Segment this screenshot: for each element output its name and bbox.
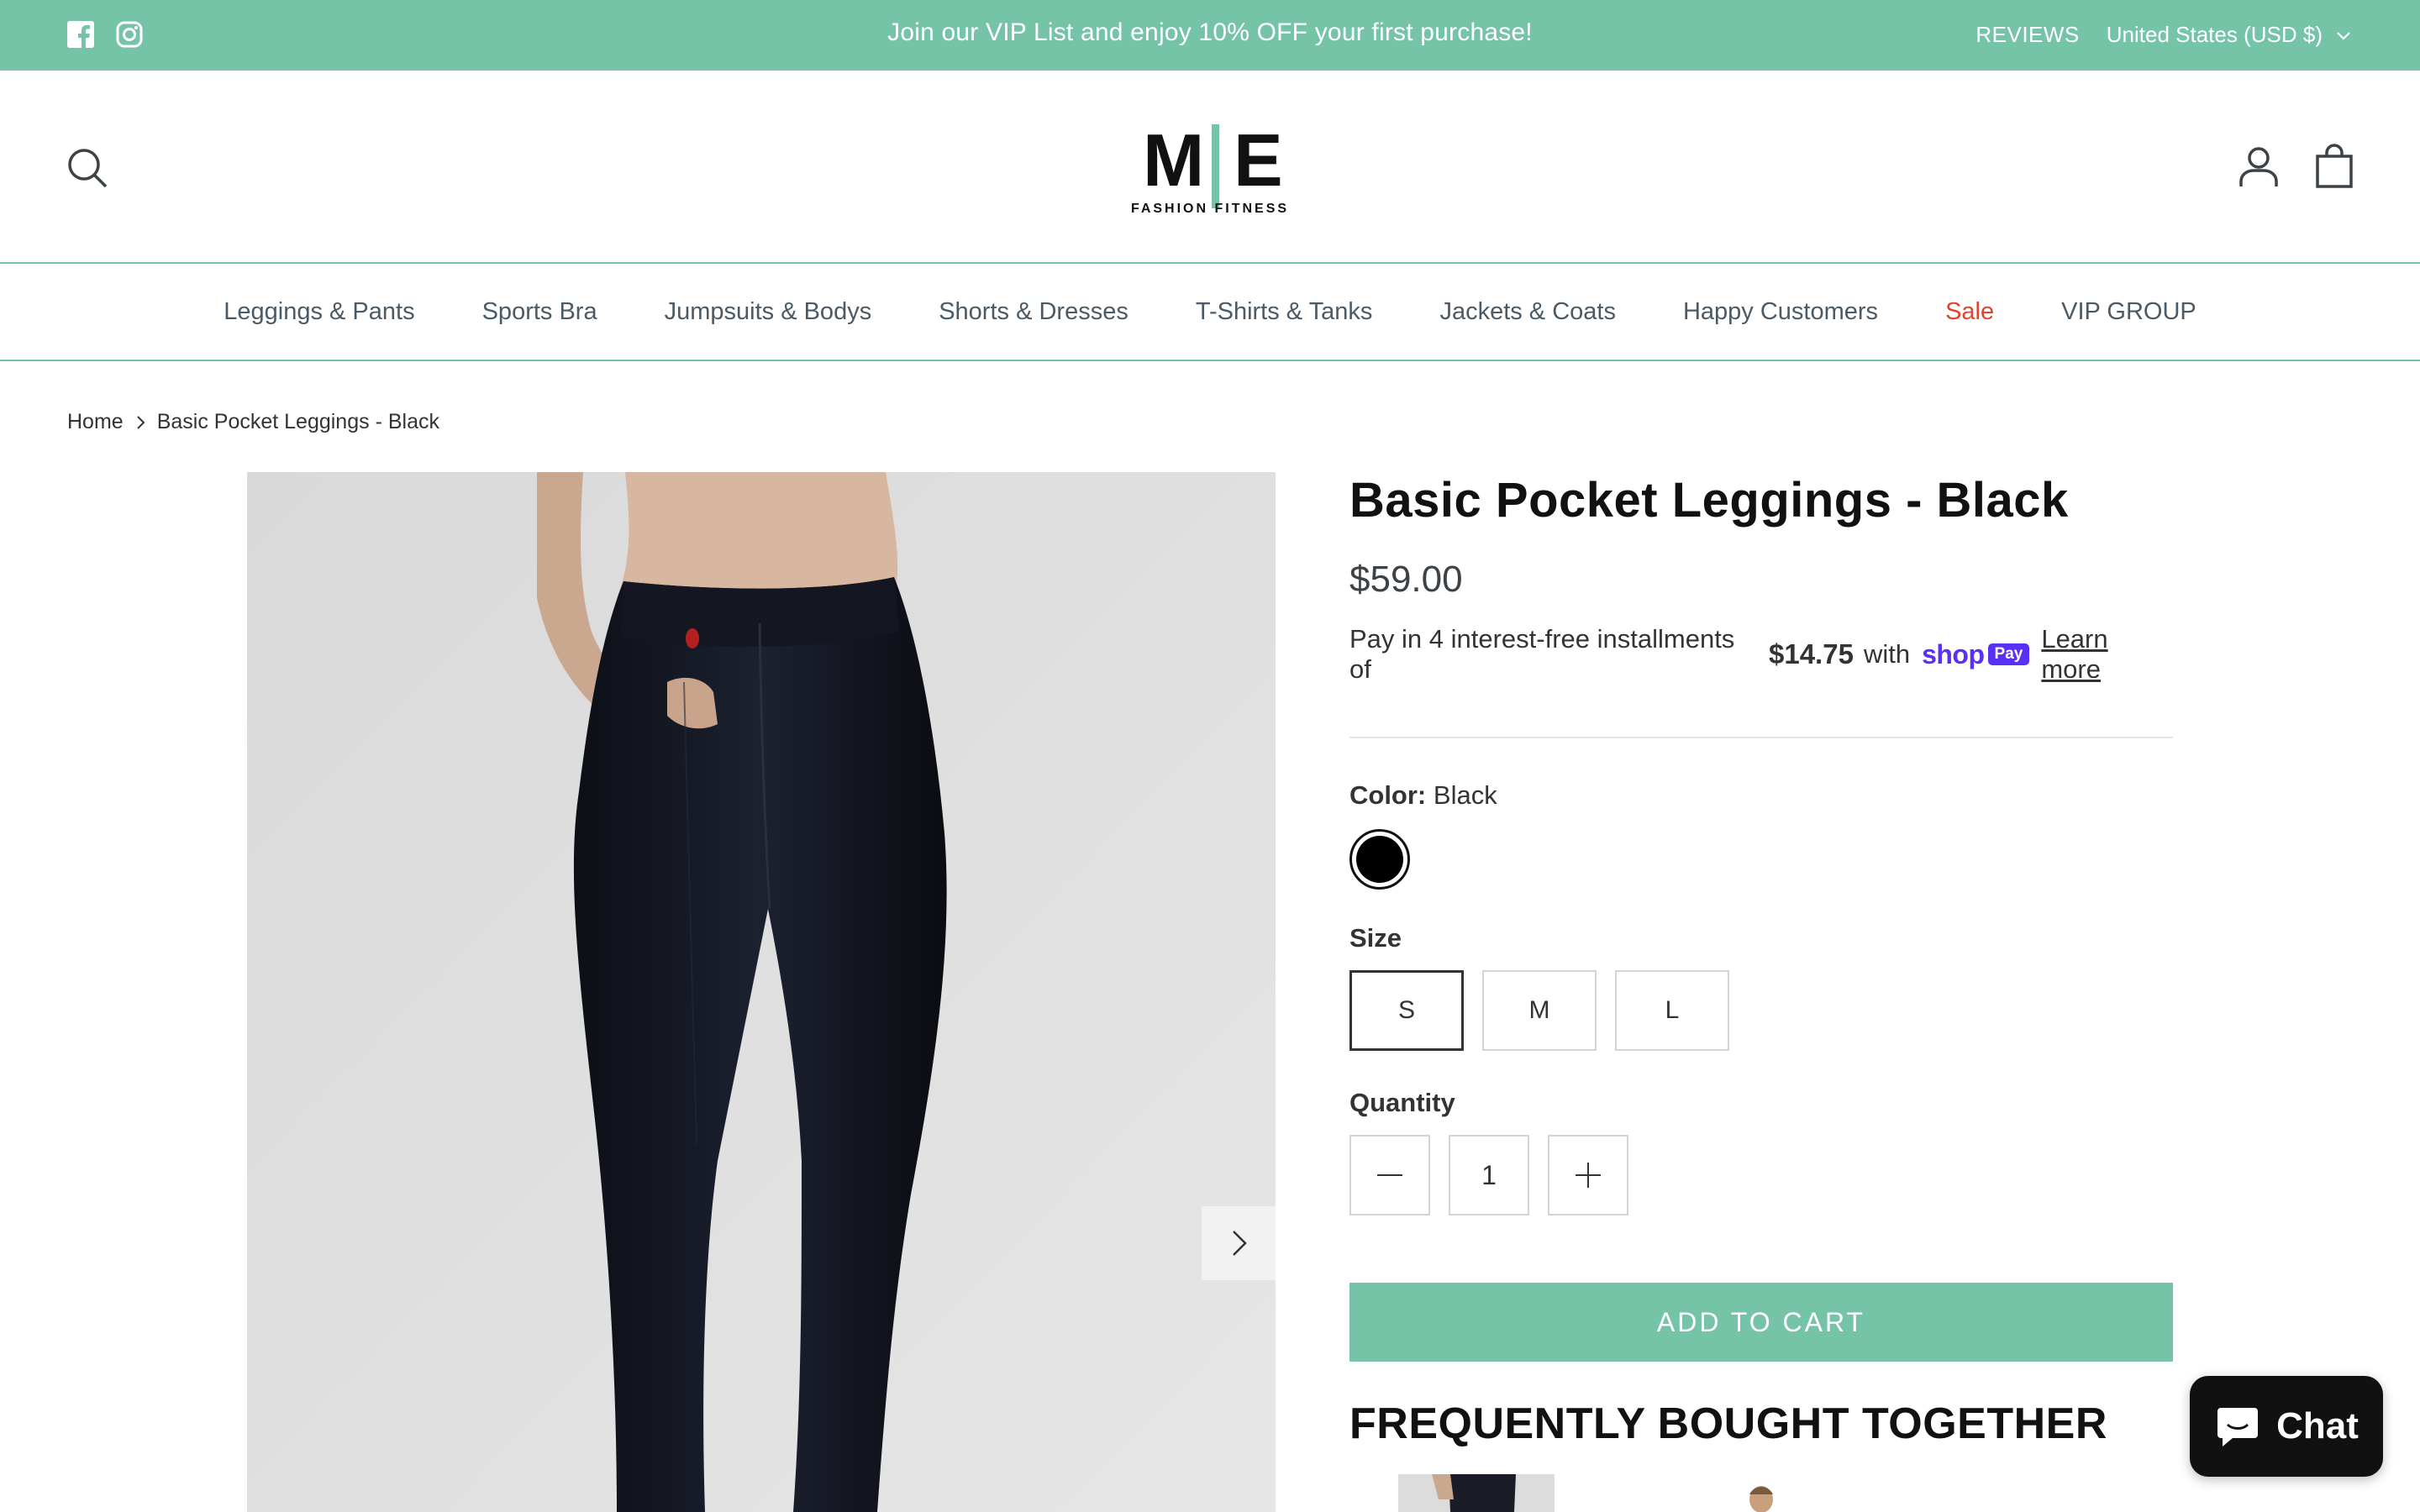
chat-label: Chat — [2276, 1405, 2359, 1446]
color-label-key: Color: — [1349, 780, 1427, 810]
product-price: $59.00 — [1349, 559, 1463, 600]
reviews-link[interactable]: REVIEWS — [1975, 22, 2079, 48]
logo-divider — [1212, 124, 1219, 208]
nav-item-sports-bra[interactable]: Sports Bra — [482, 298, 597, 326]
chevron-right-icon — [136, 415, 145, 429]
logo-letter-e: E — [1234, 118, 1283, 202]
installment-amount: $14.75 — [1769, 638, 1854, 669]
nav-item-tshirts-tanks[interactable]: T-Shirts & Tanks — [1196, 298, 1373, 326]
account-icon[interactable] — [2237, 144, 2281, 188]
breadcrumb-current: Basic Pocket Leggings - Black — [156, 410, 439, 433]
color-label-value: Black — [1433, 780, 1497, 810]
currency-selector[interactable]: United States (USD $) — [2107, 22, 2323, 48]
add-to-cart-button[interactable]: ADD TO CART — [1349, 1283, 2173, 1362]
product-image[interactable] — [247, 472, 1276, 1512]
product-info: Basic Pocket Leggings - Black $59.00 Pay… — [1349, 472, 2173, 1512]
frequently-bought-heading: FREQUENTLY BOUGHT TOGETHER — [1349, 1399, 2107, 1448]
divider — [1349, 737, 2173, 738]
quantity-input[interactable]: 1 — [1449, 1135, 1529, 1215]
installments-prefix: Pay in 4 interest-free installments of — [1349, 624, 1735, 684]
installments-with: with — [1863, 639, 1911, 669]
gallery-next-button[interactable] — [1202, 1206, 1276, 1280]
chat-button[interactable]: Chat — [2190, 1376, 2383, 1477]
swatch-fill — [1356, 836, 1403, 883]
nav-item-jumpsuits-bodys[interactable]: Jumpsuits & Bodys — [665, 298, 872, 326]
minus-icon — [1377, 1174, 1402, 1176]
nav-item-jackets-coats[interactable]: Jackets & Coats — [1439, 298, 1616, 326]
quantity-label: Quantity — [1349, 1088, 1455, 1117]
nav-item-sale[interactable]: Sale — [1945, 298, 1994, 326]
chat-bubble-icon — [2217, 1408, 2259, 1446]
chevron-down-icon[interactable] — [2334, 26, 2353, 45]
fbt-thumb-art — [1432, 1474, 1516, 1512]
nav-item-leggings-pants[interactable]: Leggings & Pants — [224, 298, 414, 326]
nav-item-shorts-dresses[interactable]: Shorts & Dresses — [939, 298, 1128, 326]
logo-subtitle: FASHION FITNESS — [1130, 202, 1290, 216]
nav-item-happy-customers[interactable]: Happy Customers — [1683, 298, 1878, 326]
quantity-increase-button[interactable] — [1548, 1135, 1628, 1215]
quantity-stepper: 1 — [1349, 1135, 2173, 1215]
search-icon[interactable] — [66, 146, 109, 190]
shoppay-shop: shop — [1922, 638, 1985, 669]
chevron-right-icon — [1233, 1231, 1247, 1256]
learn-more-link[interactable]: Learn more — [2041, 624, 2173, 685]
quantity-decrease-button[interactable] — [1349, 1135, 1430, 1215]
logo-letter-m: M — [1143, 118, 1205, 202]
color-label: Color: Black — [1349, 780, 2173, 811]
fbt-product-image-2[interactable] — [1746, 1484, 1776, 1512]
fbt-thumbnails — [1398, 1474, 1802, 1512]
size-option-l[interactable]: L — [1615, 970, 1729, 1051]
breadcrumb: Home Basic Pocket Leggings - Black — [67, 410, 439, 434]
size-option-m[interactable]: M — [1482, 970, 1597, 1051]
brand-logo[interactable]: M E FASHION FITNESS — [1126, 104, 1294, 230]
announcement-right: REVIEWS United States (USD $) — [1975, 22, 2353, 48]
plus-icon — [1576, 1163, 1601, 1188]
size-option-s[interactable]: S — [1349, 970, 1464, 1051]
size-options: S M L — [1349, 970, 2173, 1051]
site-header: M E FASHION FITNESS — [0, 71, 2420, 264]
fbt-product-image[interactable] — [1398, 1474, 1555, 1512]
breadcrumb-home[interactable]: Home — [67, 410, 124, 434]
announcement-bar: Join our VIP List and enjoy 10% OFF your… — [0, 0, 2420, 71]
color-swatch-black[interactable] — [1349, 829, 1410, 890]
product-title: Basic Pocket Leggings - Black — [1349, 473, 2069, 528]
product-photo — [247, 472, 1276, 1512]
shoppay-logo: shop Pay — [1922, 638, 2030, 670]
nav-item-vip-group[interactable]: VIP GROUP — [2061, 298, 2196, 326]
main-nav: Leggings & Pants Sports Bra Jumpsuits & … — [0, 264, 2420, 361]
installments-message: Pay in 4 interest-free installments of $… — [1349, 624, 2173, 685]
shoppay-pay: Pay — [1987, 643, 2030, 665]
cart-icon[interactable] — [2312, 143, 2356, 188]
size-label: Size — [1349, 923, 1402, 953]
